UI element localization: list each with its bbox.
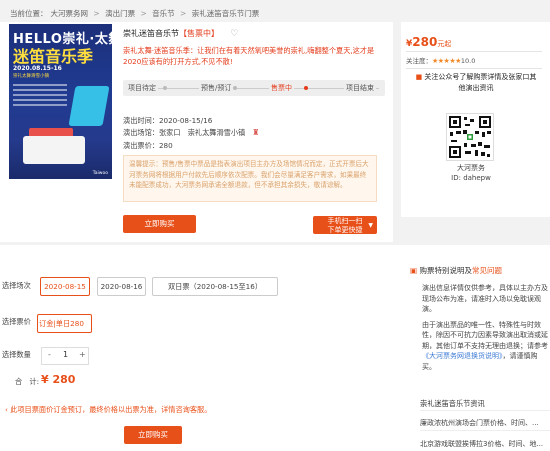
step-presale: 预售/预订 bbox=[199, 83, 234, 93]
poster-date: 2020.08.15-16 bbox=[13, 65, 62, 72]
session-option-0816[interactable]: 2020-08-16 bbox=[97, 277, 146, 296]
price-warning-text: 此项目票面价订金预订，最终价格以出票为准，详情咨询客服。 bbox=[10, 405, 212, 414]
wechat-promo-text: 关注公众号了解购票详情及张家口其他演出资讯 bbox=[424, 73, 537, 92]
qr-account-name: 大河票务 bbox=[457, 164, 485, 172]
event-price: 演出票价：280 bbox=[123, 141, 173, 151]
notes-title: ▣ 购票特别说明及常见问题 bbox=[410, 265, 502, 276]
step-dot-active bbox=[304, 86, 308, 90]
side-price-unit: 元起 bbox=[437, 40, 452, 48]
event-venue-value: 张家口 崇礼太舞滑雪小镇 bbox=[158, 128, 246, 137]
step-dot bbox=[233, 86, 237, 90]
qr-code bbox=[446, 113, 494, 161]
total-label: 合 计: bbox=[15, 377, 39, 386]
favorite-icon[interactable]: ♡ bbox=[230, 29, 238, 39]
quantity-stepper: - 1 + bbox=[41, 347, 89, 365]
breadcrumb-current: 崇礼迷笛音乐节门票 bbox=[191, 9, 260, 18]
qr-account-id: ID: dahepw bbox=[451, 174, 491, 182]
divider bbox=[420, 430, 550, 431]
buy-now-button[interactable]: 立即购买 bbox=[123, 215, 196, 233]
attention-label: 关注度： bbox=[406, 57, 432, 65]
step-dot bbox=[163, 86, 167, 90]
notes-paragraph-1: 演出信息详情仅供参考，具体以主办方及现场公布为准，请准时入场以免耽误观演。 bbox=[422, 284, 548, 313]
breadcrumb-link-shows[interactable]: 演出门票 bbox=[105, 9, 135, 18]
return-policy-link[interactable]: 《大河票务网退换货说明》 bbox=[422, 352, 503, 360]
event-title-row: 崇礼迷笛音乐节【售票中】 ♡ bbox=[123, 28, 238, 39]
divider bbox=[420, 410, 550, 411]
status-badge: 【售票中】 bbox=[179, 29, 219, 38]
related-news-title: 崇礼迷笛音乐节资讯 bbox=[420, 399, 485, 408]
notes-title-text: 购票特别说明及 bbox=[419, 266, 472, 275]
breadcrumb-separator: > bbox=[180, 9, 187, 18]
event-description: 崇礼太舞·迷笛音乐季：让我们在有着天然氧吧美誉的崇礼,嗨翻整个夏天,这才是202… bbox=[123, 46, 375, 66]
poster-graphic bbox=[23, 136, 85, 164]
quantity-plus-button[interactable]: + bbox=[79, 350, 86, 359]
side-price-value: 280 bbox=[412, 35, 438, 49]
quantity-label: 选择数量 bbox=[2, 350, 31, 359]
breadcrumb-prefix: 当前位置： bbox=[10, 9, 48, 18]
ticket-price-label: 选择票价 bbox=[2, 317, 31, 326]
quantity-minus-button[interactable]: - bbox=[48, 350, 51, 359]
wechat-promo: ■ 关注公众号了解购票详情及张家口其他演出资讯 bbox=[413, 72, 539, 94]
quantity-input[interactable]: 1 bbox=[63, 350, 68, 359]
divider bbox=[406, 51, 542, 52]
poster-graphic bbox=[68, 86, 110, 126]
poster-title-line2: 迷笛音乐季 bbox=[13, 47, 94, 66]
event-price-value: 280 bbox=[158, 141, 173, 150]
mobile-order-button[interactable]: 手机扫一扫 下单更快捷 ▼ bbox=[313, 216, 377, 234]
event-poster: HELLO崇礼·太舞 迷笛音乐季 2020.08.15-16 崇礼太舞滑雪小镇 … bbox=[9, 24, 112, 179]
notes-paragraph-2: 由于演出票品的唯一性、特殊性与时效性，除因不可抗力因素导致演出取消或延期，其他订… bbox=[412, 320, 550, 373]
step-pending: 项目待定 bbox=[126, 83, 158, 93]
progress-steps: 项目待定 预售/预订 售票中 项目结束 bbox=[123, 80, 385, 96]
poster-lineup bbox=[13, 84, 67, 109]
map-pin-icon[interactable]: ♜ bbox=[252, 128, 259, 137]
event-venue-label: 演出场馆： bbox=[123, 128, 159, 137]
ticket-price-option[interactable]: 订金|单日280 bbox=[37, 314, 92, 333]
breadcrumb: 当前位置： 大河票务网 > 演出门票 > 音乐节 > 崇礼迷笛音乐节门票 bbox=[10, 8, 262, 19]
buy-now-button-bottom[interactable]: 立即购买 bbox=[124, 426, 182, 444]
breadcrumb-link-home[interactable]: 大河票务网 bbox=[51, 9, 89, 18]
total-price: ¥ 280 bbox=[41, 373, 76, 386]
related-news-item[interactable]: 廉政浓杭州演场会门票价格、时间、... bbox=[420, 418, 550, 428]
notes-content: 演出信息详情仅供参考，具体以主办方及现场公布为准，请准时入场以免耽误观演。 由于… bbox=[412, 283, 550, 377]
event-time-label: 演出时间： bbox=[123, 116, 159, 125]
attention-rating: 关注度：★★★★★10.0 bbox=[406, 55, 475, 65]
breadcrumb-separator: > bbox=[140, 9, 147, 18]
side-price: ¥280元起 bbox=[406, 35, 451, 49]
event-price-label: 演出票价： bbox=[123, 141, 159, 150]
faq-link[interactable]: 常见问题 bbox=[472, 266, 502, 275]
step-ended: 项目结束 bbox=[344, 83, 376, 93]
divider bbox=[406, 68, 542, 69]
poster-venue: 崇礼太舞滑雪小镇 bbox=[13, 74, 49, 79]
session-label: 选择场次 bbox=[2, 281, 31, 290]
session-option-both-days[interactable]: 双日票（2020-08-15至16） bbox=[152, 277, 278, 296]
poster-logo: Taiwoo bbox=[92, 171, 108, 176]
event-time-value: 2020-08-15/16 bbox=[158, 116, 213, 125]
related-news-item[interactable]: 北京游戏联盟挨博拉3价格、时间、地... bbox=[420, 439, 550, 449]
event-venue: 演出场馆：张家口 崇礼太舞滑雪小镇 ♜ bbox=[123, 128, 259, 138]
step-on-sale: 售票中 bbox=[269, 83, 294, 93]
price-warning: ‹ 此项目票面价订金预订，最终价格以出票为准，详情咨询客服。 bbox=[5, 405, 211, 415]
attention-score: 10.0 bbox=[460, 57, 476, 65]
breadcrumb-separator: > bbox=[93, 9, 100, 18]
notice-box: 温馨提示：预售/售票中票品是指表演出项目主办方及场馆情况而定，正式开票后大河票务… bbox=[123, 155, 377, 202]
notes-paragraph-2-text: 由于演出票品的唯一性、特殊性与时效性，除因不可抗力因素导致演出取消或延期，其他订… bbox=[422, 320, 548, 350]
star-rating-icon: ★★★★★ bbox=[432, 57, 461, 65]
session-option-0815[interactable]: 2020-08-15 bbox=[40, 277, 90, 296]
event-time: 演出时间：2020-08-15/16 bbox=[123, 116, 212, 126]
breadcrumb-link-festival[interactable]: 音乐节 bbox=[152, 9, 175, 18]
chevron-down-icon: ▼ bbox=[368, 222, 373, 229]
event-title: 崇礼迷笛音乐节 bbox=[123, 29, 179, 38]
